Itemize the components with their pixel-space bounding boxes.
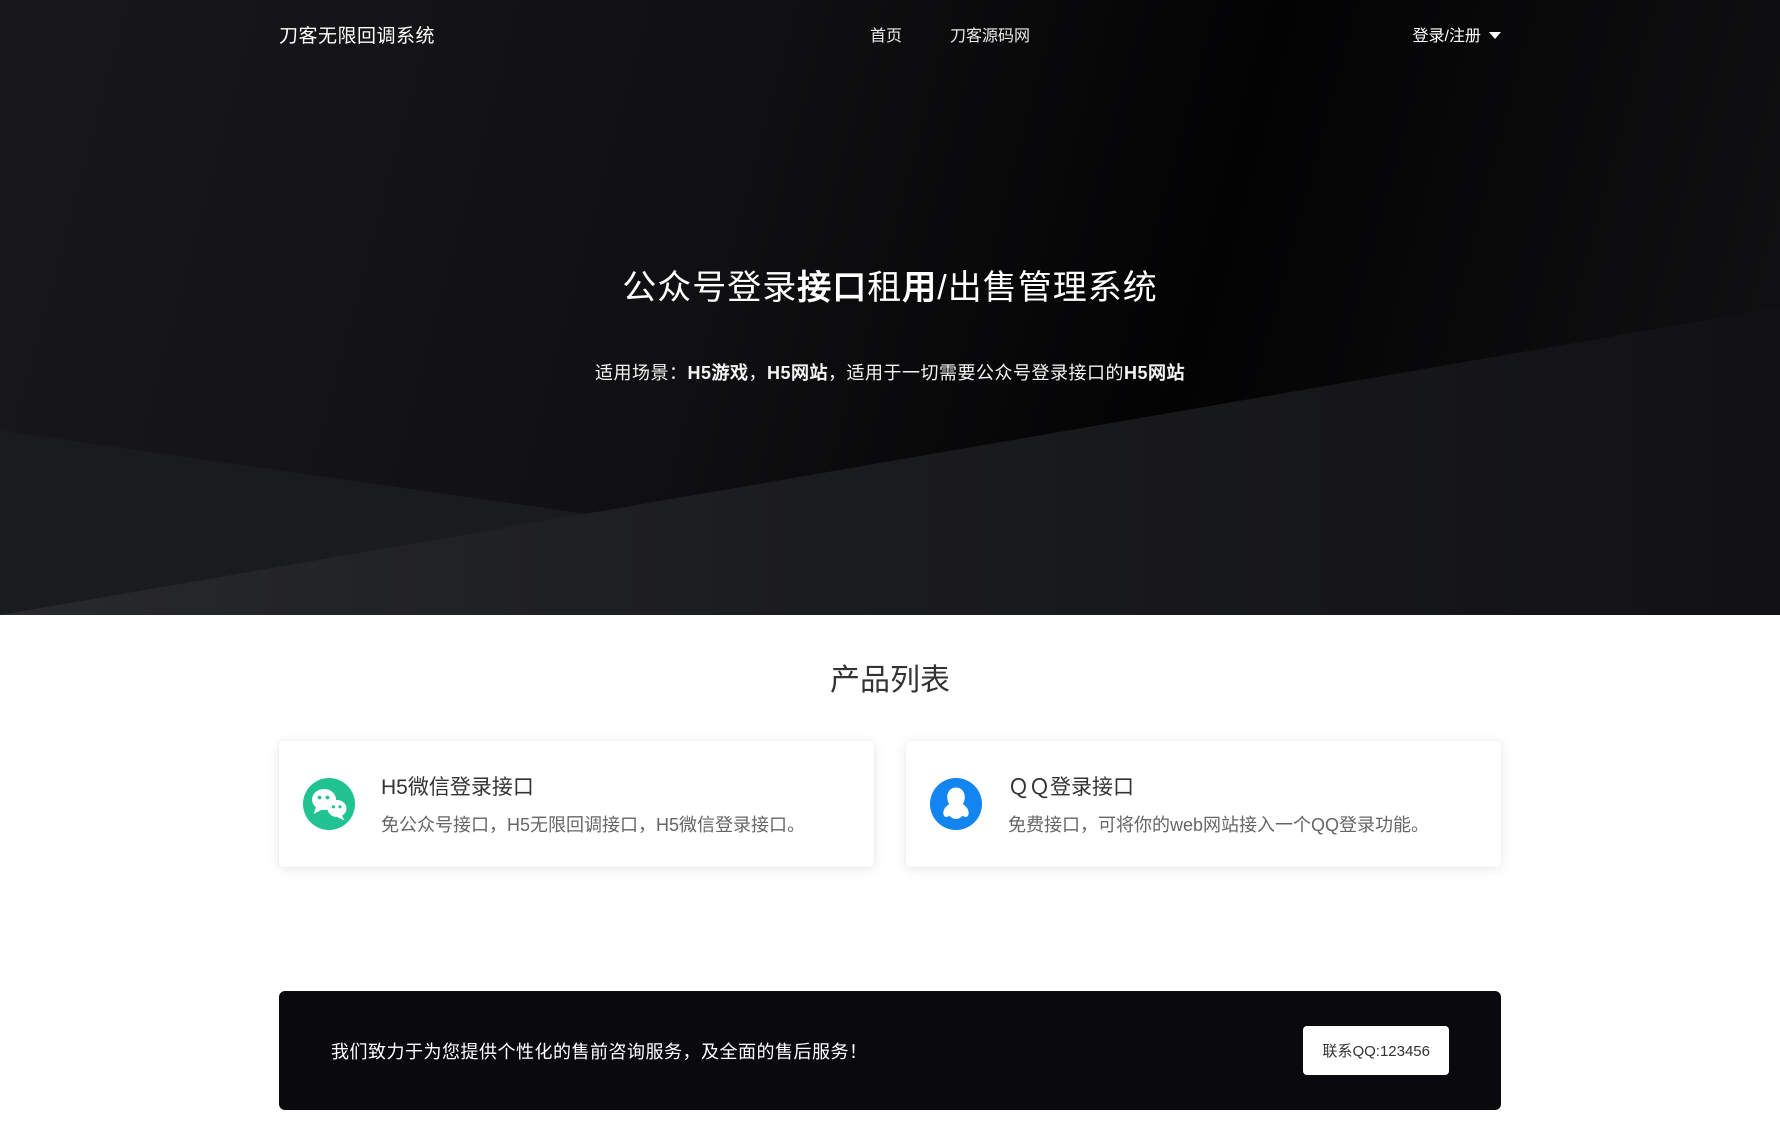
hero-title-segment-bold: 接口 — [797, 269, 867, 307]
wechat-icon — [303, 778, 355, 830]
nav-item-home[interactable]: 首页 — [870, 22, 902, 46]
hero-subtitle-segment: 适用场景： — [595, 363, 688, 383]
section-heading-product-list: 产品列表 — [279, 655, 1501, 699]
hero-title-segment: 租 — [867, 269, 902, 307]
caret-down-icon — [1489, 32, 1501, 39]
hero-title-segment-bold: 用 — [902, 269, 937, 307]
hero-subtitle: 适用场景：H5游戏，H5网站，适用于一切需要公众号登录接口的H5网站 — [0, 359, 1780, 385]
hero-title-segment: /出售管理系统 — [937, 269, 1157, 307]
product-list-section: 产品列表 H5微信登录接口 免公众号接口，H5无限回调接口，H5微信登录接口。 — [279, 615, 1501, 1110]
hero-content: 公众号登录接口租用/出售管理系统 适用场景：H5游戏，H5网站，适用于一切需要公… — [0, 260, 1780, 385]
qq-icon — [930, 778, 982, 830]
hero-subtitle-segment-bold: H5网站 — [1124, 363, 1185, 383]
hero-title-segment: 公众号登录 — [622, 269, 797, 307]
contact-message: 我们致力于为您提供个性化的售前咨询服务，及全面的售后服务！ — [331, 1038, 868, 1064]
product-card-text: ＱＱ登录接口 免费接口，可将你的web网站接入一个QQ登录功能。 — [1008, 771, 1429, 837]
top-nav: 刀客无限回调系统 首页 刀客源码网 登录/注册 — [0, 0, 1780, 68]
hero-subtitle-segment: ，适用于一切需要公众号登录接口的 — [828, 363, 1124, 383]
contact-banner: 我们致力于为您提供个性化的售前咨询服务，及全面的售后服务！ 联系QQ:12345… — [279, 991, 1501, 1110]
hero-title: 公众号登录接口租用/出售管理系统 — [0, 260, 1780, 309]
product-card-qq[interactable]: ＱＱ登录接口 免费接口，可将你的web网站接入一个QQ登录功能。 — [906, 741, 1501, 867]
product-cards: H5微信登录接口 免公众号接口，H5无限回调接口，H5微信登录接口。 ＱＱ登录接… — [279, 741, 1501, 867]
product-card-description: 免费接口，可将你的web网站接入一个QQ登录功能。 — [1008, 811, 1429, 837]
product-card-title: ＱＱ登录接口 — [1008, 771, 1429, 801]
contact-qq-button[interactable]: 联系QQ:123456 — [1303, 1026, 1449, 1075]
hero-subtitle-segment-bold: H5游戏 — [687, 363, 748, 383]
brand-title[interactable]: 刀客无限回调系统 — [279, 21, 435, 48]
product-card-text: H5微信登录接口 免公众号接口，H5无限回调接口，H5微信登录接口。 — [381, 771, 805, 837]
product-card-title: H5微信登录接口 — [381, 771, 805, 801]
nav-item-source-site[interactable]: 刀客源码网 — [950, 22, 1030, 46]
product-card-description: 免公众号接口，H5无限回调接口，H5微信登录接口。 — [381, 811, 805, 837]
hero-subtitle-segment: ， — [748, 363, 767, 383]
login-register-label: 登录/注册 — [1413, 22, 1481, 46]
login-register-dropdown[interactable]: 登录/注册 — [1413, 22, 1501, 46]
main-nav: 首页 刀客源码网 — [870, 22, 1030, 46]
hero-subtitle-segment-bold: H5网站 — [767, 363, 828, 383]
hero-section: 刀客无限回调系统 首页 刀客源码网 登录/注册 公众号登录接口租用/出售管理系统… — [0, 0, 1780, 615]
product-card-wechat[interactable]: H5微信登录接口 免公众号接口，H5无限回调接口，H5微信登录接口。 — [279, 741, 874, 867]
